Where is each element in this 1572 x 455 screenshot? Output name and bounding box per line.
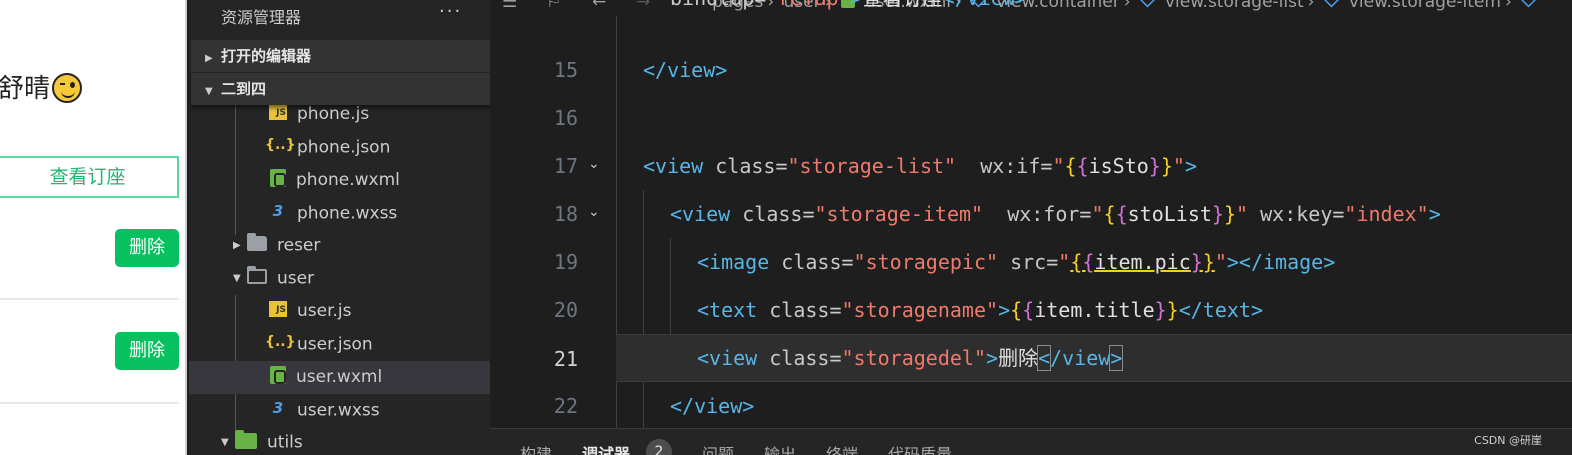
tree-file-user-js[interactable]: JS user.js bbox=[189, 295, 490, 328]
view-reservation-button[interactable]: 查看订座 bbox=[0, 156, 179, 198]
chevron-right-icon: ▶ bbox=[233, 240, 241, 251]
code-line: 22 </view> bbox=[490, 382, 1572, 430]
code-text: <view class="storage-item" wx:for="{{sto… bbox=[670, 202, 1441, 226]
code-text: <image class="storagepic" src="{{item.pi… bbox=[697, 250, 1336, 274]
tab-code-quality[interactable]: 代码质量 bbox=[888, 441, 952, 455]
greeting-text: 舒晴 bbox=[0, 68, 83, 105]
tree-file-user-wxss[interactable]: 3 user.wxss bbox=[189, 394, 490, 427]
debugger-count-badge: 2 bbox=[646, 439, 672, 455]
tree-file-phone-wxss[interactable]: 3 phone.wxss bbox=[189, 197, 490, 230]
code-text: </view> bbox=[670, 394, 755, 418]
delete-button[interactable]: 删除 bbox=[115, 332, 179, 370]
code-text: <text class="storagename">{{item.title}}… bbox=[697, 298, 1264, 322]
code-line: 15 </view> bbox=[490, 46, 1572, 94]
tab-debugger[interactable]: 调试器 bbox=[582, 441, 630, 455]
project-section[interactable]: ▼ 二到四 bbox=[191, 73, 490, 105]
code-line: 16 bbox=[490, 94, 1572, 142]
line-number: 22 bbox=[553, 394, 578, 418]
bottom-panel: 构建 调试器 2 问题 输出 终端 代码质量 CSDN @研崖 bbox=[490, 428, 1572, 455]
explorer-title: 资源管理器 bbox=[221, 8, 302, 27]
open-editors-section[interactable]: ▶ 打开的编辑器 bbox=[191, 40, 490, 72]
json-file-icon: {..} bbox=[265, 334, 296, 350]
more-actions-icon[interactable]: ··· bbox=[439, 1, 462, 22]
delete-button[interactable]: 删除 bbox=[115, 229, 179, 267]
chevron-right-icon: ▶ bbox=[205, 53, 213, 64]
line-number: 17 bbox=[553, 154, 578, 178]
tree-file-phone-json[interactable]: {..}phone.json bbox=[189, 131, 490, 164]
wxss-file-icon: 3 bbox=[272, 399, 284, 417]
folder-icon bbox=[235, 429, 257, 449]
code-editor[interactable]: ☰ ⚐ ← → pages › user › user.wxml › view.con… bbox=[490, 0, 1572, 455]
code-line: bindtap="reTap">查看订座</view> bbox=[490, 0, 1572, 46]
code-text: <view class="storage-list" wx:if="{{isSt… bbox=[643, 154, 1197, 178]
winking-face-icon bbox=[52, 73, 83, 103]
line-number: 16 bbox=[553, 106, 578, 130]
watermark: CSDN @研崖 bbox=[1474, 434, 1542, 447]
tree-folder-user[interactable]: ▼ user bbox=[189, 262, 490, 295]
line-number: 19 bbox=[553, 250, 578, 274]
folder-open-icon bbox=[247, 266, 267, 284]
code-line: 19 <image class="storagepic" src="{{item… bbox=[490, 238, 1572, 286]
tab-output[interactable]: 输出 bbox=[764, 441, 796, 455]
wxml-file-icon bbox=[270, 169, 286, 187]
code-text: </view> bbox=[643, 58, 728, 82]
wxss-file-icon: 3 bbox=[272, 202, 284, 220]
fold-chevron-down-icon[interactable]: ⌄ bbox=[588, 156, 600, 172]
code-line: 18 ⌄ <view class="storage-item" wx:for="… bbox=[490, 190, 1572, 238]
fold-chevron-down-icon[interactable]: ⌄ bbox=[588, 204, 600, 220]
tree-folder-utils[interactable]: ▼ utils bbox=[189, 426, 490, 455]
code-line: 20 <text class="storagename">{{item.titl… bbox=[490, 286, 1572, 334]
folder-icon bbox=[247, 233, 267, 251]
chevron-down-icon: ▼ bbox=[233, 273, 241, 284]
line-number: 15 bbox=[553, 58, 578, 82]
line-number: 21 bbox=[553, 347, 578, 371]
json-file-icon: {..} bbox=[265, 137, 296, 153]
js-file-icon: JS bbox=[269, 104, 287, 120]
js-file-icon: JS bbox=[269, 301, 287, 317]
line-number: 18 bbox=[553, 202, 578, 226]
code-line: 17 ⌄ <view class="storage-list" wx:if="{… bbox=[490, 142, 1572, 190]
tree-folder-reser[interactable]: ▶ reser bbox=[189, 229, 490, 262]
chevron-down-icon: ▼ bbox=[205, 86, 213, 97]
chevron-down-icon: ▼ bbox=[221, 437, 229, 448]
code-line-current: 21 <view class="storagedel">删除</view> bbox=[554, 334, 1572, 382]
tab-problems[interactable]: 问题 bbox=[702, 441, 734, 455]
code-text: bindtap="reTap">查看订座</view> bbox=[670, 0, 1027, 22]
list-divider bbox=[0, 298, 179, 300]
wxml-file-icon bbox=[270, 366, 286, 384]
line-number: 20 bbox=[553, 298, 578, 322]
tab-terminal[interactable]: 终端 bbox=[826, 441, 858, 455]
file-explorer: 资源管理器 ··· ▶ 打开的编辑器 ▼ 二到四 JS phone.js {..}ph… bbox=[189, 0, 490, 455]
tree-file-user-json[interactable]: {..}user.json bbox=[189, 328, 490, 361]
tab-build[interactable]: 构建 bbox=[520, 441, 552, 455]
tree-file-phone-wxml[interactable]: phone.wxml bbox=[189, 164, 490, 197]
simulator-preview: 舒晴 查看订座 删除 删除 bbox=[0, 0, 187, 455]
code-text: <view class="storagedel">删除</view> bbox=[697, 345, 1124, 371]
list-divider bbox=[0, 402, 179, 404]
tree-file-user-wxml[interactable]: user.wxml bbox=[189, 361, 490, 394]
